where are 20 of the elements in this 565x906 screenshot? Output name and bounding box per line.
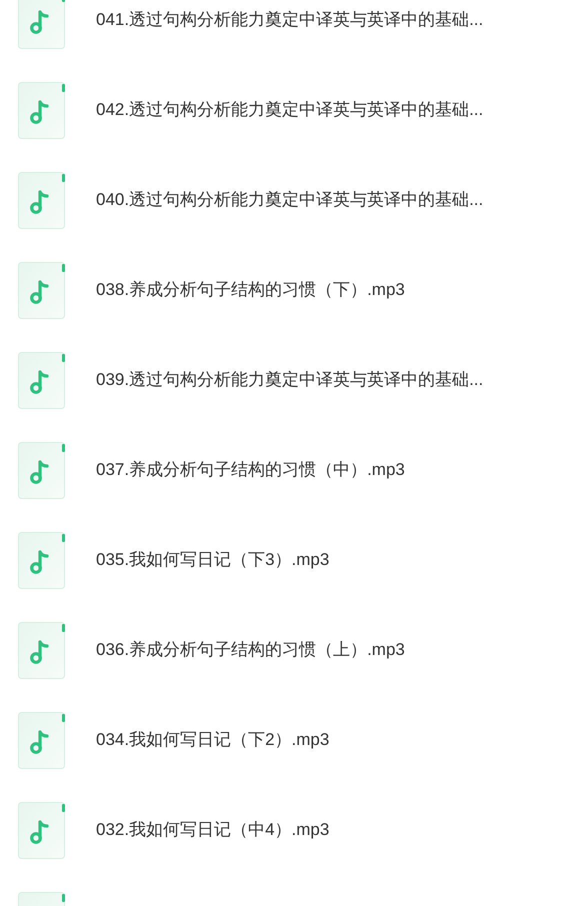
music-file-icon xyxy=(18,172,67,228)
file-name[interactable]: 035.我如何写日记（下3）.mp3 xyxy=(96,547,330,573)
music-file-icon xyxy=(18,262,67,318)
music-file-icon xyxy=(18,352,67,408)
file-name[interactable]: 032.我如何写日记（中4）.mp3 xyxy=(96,817,330,843)
music-file-icon xyxy=(18,622,67,678)
file-name[interactable]: 039.透过句构分析能力奠定中译英与英译中的基础... xyxy=(96,367,484,393)
music-file-icon xyxy=(18,82,67,138)
file-name[interactable]: 038.养成分析句子结构的习惯（下）.mp3 xyxy=(96,277,405,303)
file-name[interactable]: 037.养成分析句子结构的习惯（中）.mp3 xyxy=(96,457,405,483)
file-name[interactable]: 041.透过句构分析能力奠定中译英与英译中的基础... xyxy=(96,7,484,33)
file-name[interactable]: 042.透过句构分析能力奠定中译英与英译中的基础... xyxy=(96,97,484,123)
music-file-icon xyxy=(18,442,67,498)
file-name[interactable]: 036.养成分析句子结构的习惯（上）.mp3 xyxy=(96,637,405,663)
file-name[interactable]: 040.透过句构分析能力奠定中译英与英译中的基础... xyxy=(96,187,484,213)
music-file-icon xyxy=(18,0,67,48)
music-file-icon xyxy=(18,712,67,768)
music-file-icon xyxy=(18,802,67,858)
file-name[interactable]: 034.我如何写日记（下2）.mp3 xyxy=(96,727,330,753)
music-file-icon xyxy=(18,532,67,588)
